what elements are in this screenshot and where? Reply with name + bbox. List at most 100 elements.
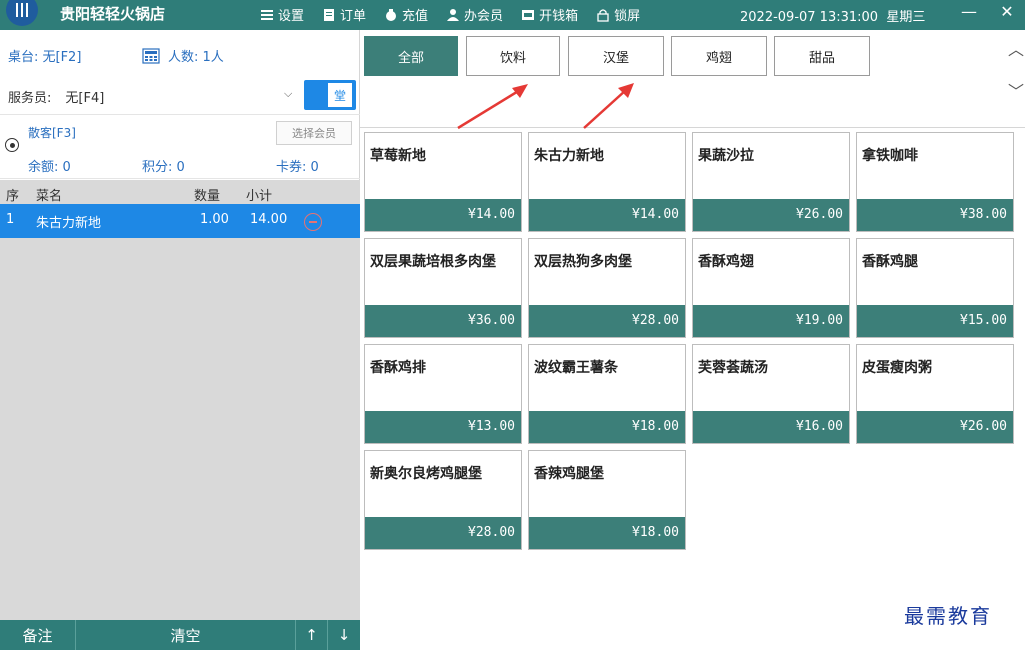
product-card[interactable]: 双层果蔬培根多肉堡 ¥36.00 xyxy=(364,238,522,338)
product-card[interactable]: 香酥鸡翅 ¥19.00 xyxy=(692,238,850,338)
dine-mode-toggle[interactable]: 堂 xyxy=(304,80,356,110)
note-button[interactable]: 备注 xyxy=(0,620,76,650)
menu-membership-label: 办会员 xyxy=(464,9,504,24)
datetime: 2022-09-07 13:31:00 星期三 xyxy=(740,6,925,25)
product-card[interactable]: 草莓新地 ¥14.00 xyxy=(364,132,522,232)
select-member-button[interactable]: 选择会员 xyxy=(276,121,352,145)
order-panel: 桌台: 无[F2] 人数: 1人 服务员: 无[F4] ⌵ 堂 散客[F3] 选择… xyxy=(0,30,360,650)
top-menu: 设置 订单 充值 办会员 开钱箱 锁屏 xyxy=(260,5,640,24)
product-name: 朱古力新地 xyxy=(534,148,604,164)
waiter-value: 无[F4] xyxy=(65,91,105,106)
menu-cash-drawer[interactable]: 开钱箱 xyxy=(521,5,578,24)
product-name: 香酥鸡翅 xyxy=(698,254,754,270)
people-count[interactable]: 人数: 1人 xyxy=(142,46,224,65)
divider xyxy=(0,178,360,179)
watermark: 最需教育 xyxy=(904,604,992,628)
menu-recharge-label: 充值 xyxy=(402,9,429,24)
row-name: 朱古力新地 xyxy=(36,216,102,231)
product-name: 芙蓉荟蔬汤 xyxy=(698,360,768,376)
product-price: ¥14.00 xyxy=(529,199,685,231)
menu-membership[interactable]: 办会员 xyxy=(446,5,503,24)
menu-lock-screen[interactable]: 锁屏 xyxy=(596,5,640,24)
keypad-icon xyxy=(142,47,160,64)
product-price: ¥14.00 xyxy=(365,199,521,231)
product-price: ¥13.00 xyxy=(365,411,521,443)
product-price: ¥15.00 xyxy=(857,305,1013,337)
product-name: 双层热狗多肉堡 xyxy=(534,254,632,270)
product-card[interactable]: 皮蛋瘦肉粥 ¥26.00 xyxy=(856,344,1014,444)
product-price: ¥36.00 xyxy=(365,305,521,337)
app-title: 贵阳轻轻火锅店 xyxy=(60,5,166,23)
product-card[interactable]: 果蔬沙拉 ¥26.00 xyxy=(692,132,850,232)
product-price: ¥28.00 xyxy=(365,517,521,549)
product-name: 香辣鸡腿堡 xyxy=(534,466,604,482)
col-subtotal: 小计 xyxy=(246,189,273,204)
points-text: 积分: 0 xyxy=(142,160,185,175)
product-name: 香酥鸡排 xyxy=(370,360,426,376)
remove-item-icon[interactable] xyxy=(304,213,322,231)
product-grid: 草莓新地 ¥14.00 朱古力新地 ¥14.00 果蔬沙拉 ¥26.00 拿铁咖啡 ¥38.0… xyxy=(360,128,1025,650)
category-burgers[interactable]: 汉堡 xyxy=(568,36,664,76)
category-desserts[interactable]: 甜品 xyxy=(774,36,870,76)
weekday-text: 星期三 xyxy=(886,10,926,25)
row-index: 1 xyxy=(6,212,15,227)
product-price: ¥26.00 xyxy=(693,199,849,231)
chevron-down-icon[interactable]: ⌵ xyxy=(284,87,292,101)
move-up-button[interactable]: ↑ xyxy=(296,620,328,650)
waiter-selector[interactable]: 服务员: 无[F4] xyxy=(8,87,104,106)
product-card[interactable]: 新奥尔良烤鸡腿堡 ¥28.00 xyxy=(364,450,522,550)
row-qty: 1.00 xyxy=(200,212,229,227)
annotation-arrow-2 xyxy=(583,83,634,129)
product-card[interactable]: 拿铁咖啡 ¥38.00 xyxy=(856,132,1014,232)
divider xyxy=(0,114,360,115)
annotation-arrow-1 xyxy=(457,84,528,130)
product-card[interactable]: 香酥鸡腿 ¥15.00 xyxy=(856,238,1014,338)
category-wings[interactable]: 鸡翅 xyxy=(671,36,767,76)
cash-drawer-icon xyxy=(522,9,535,20)
product-card[interactable]: 芙蓉荟蔬汤 ¥16.00 xyxy=(692,344,850,444)
close-button[interactable]: ✕ xyxy=(996,2,1018,21)
product-card[interactable]: 双层热狗多肉堡 ¥28.00 xyxy=(528,238,686,338)
menu-recharge[interactable]: 充值 xyxy=(384,5,428,24)
product-name: 新奥尔良烤鸡腿堡 xyxy=(370,466,482,482)
product-card[interactable]: 香酥鸡排 ¥13.00 xyxy=(364,344,522,444)
product-card[interactable]: 香辣鸡腿堡 ¥18.00 xyxy=(528,450,686,550)
customer-selector[interactable]: 散客[F3] xyxy=(28,124,76,141)
lock-icon xyxy=(597,8,609,22)
category-drinks[interactable]: 饮料 xyxy=(466,36,560,76)
user-icon xyxy=(447,8,460,21)
order-actions: 备注 清空 ↑ ↓ xyxy=(0,620,360,650)
move-down-button[interactable]: ↓ xyxy=(328,620,360,650)
menu-orders[interactable]: 订单 xyxy=(322,5,366,24)
product-card[interactable]: 波纹霸王薯条 ¥18.00 xyxy=(528,344,686,444)
product-price: ¥18.00 xyxy=(529,411,685,443)
category-all[interactable]: 全部 xyxy=(364,36,458,76)
scroll-up-icon[interactable]: ︿ xyxy=(1008,36,1024,60)
order-row[interactable]: 1 朱古力新地 1.00 14.00 xyxy=(0,204,360,238)
product-price: ¥38.00 xyxy=(857,199,1013,231)
col-index: 序 xyxy=(6,189,20,204)
product-name: 皮蛋瘦肉粥 xyxy=(862,360,932,376)
balance-text: 余额: 0 xyxy=(28,160,71,175)
menu-lock-screen-label: 锁屏 xyxy=(614,9,641,24)
menu-settings[interactable]: 设置 xyxy=(260,5,304,24)
product-price: ¥18.00 xyxy=(529,517,685,549)
col-name: 菜名 xyxy=(36,189,63,204)
product-card[interactable]: 朱古力新地 ¥14.00 xyxy=(528,132,686,232)
product-price: ¥16.00 xyxy=(693,411,849,443)
utensils-icon xyxy=(16,3,28,17)
menu-cash-drawer-label: 开钱箱 xyxy=(539,9,579,24)
minimize-button[interactable]: — xyxy=(958,2,980,21)
people-count-label: 人数: 1人 xyxy=(168,50,224,65)
table-selector[interactable]: 桌台: 无[F2] xyxy=(8,46,81,65)
row-subtotal: 14.00 xyxy=(250,212,288,227)
product-name: 波纹霸王薯条 xyxy=(534,360,618,376)
product-name: 果蔬沙拉 xyxy=(698,148,754,164)
date-time-text: 2022-09-07 13:31:00 xyxy=(740,10,879,25)
scroll-down-icon[interactable]: ﹀ xyxy=(1008,78,1024,102)
product-name: 拿铁咖啡 xyxy=(862,148,918,164)
app-logo xyxy=(6,0,38,26)
money-bag-icon xyxy=(386,8,397,21)
clear-button[interactable]: 清空 xyxy=(76,620,296,650)
product-name: 双层果蔬培根多肉堡 xyxy=(370,254,496,270)
